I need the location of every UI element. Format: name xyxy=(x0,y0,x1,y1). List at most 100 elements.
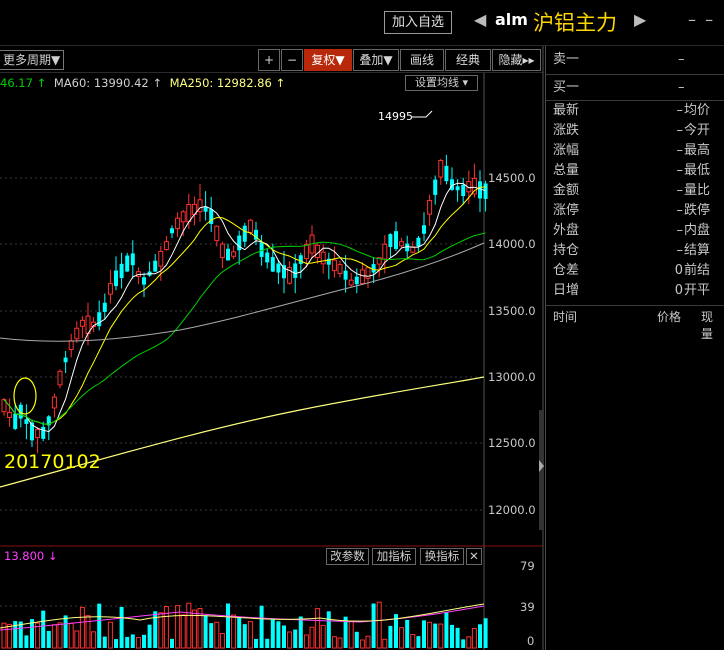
volume-bar xyxy=(214,621,220,649)
candle-body xyxy=(114,270,118,287)
quote-row: 总量 – 最低 xyxy=(553,163,711,178)
quote-row: 日增 0 开平 xyxy=(553,283,711,298)
volume-bar xyxy=(242,624,247,648)
candle-body xyxy=(444,165,449,182)
volume-bar xyxy=(315,608,321,649)
change-params-button[interactable]: 改参数 xyxy=(326,548,369,565)
candle-body xyxy=(359,269,365,285)
volume-bar xyxy=(303,634,309,649)
quote-row: 仓差 0 前结 xyxy=(553,263,711,278)
candle-body xyxy=(142,277,146,285)
candle-body xyxy=(343,270,348,280)
quote-row: 金额 – 量比 xyxy=(553,183,711,198)
volume-bar xyxy=(79,606,85,649)
volume-bar xyxy=(247,621,253,649)
volume-bar xyxy=(203,615,208,648)
volume-bar xyxy=(410,634,416,649)
volume-bar xyxy=(450,624,454,648)
volume-bar xyxy=(293,629,298,648)
volume-bar xyxy=(422,620,426,648)
candle-body xyxy=(276,263,281,273)
candle-body xyxy=(158,250,164,267)
price-axis-label: 13500.0 xyxy=(488,304,536,318)
candle-body xyxy=(13,413,18,429)
volume-bar xyxy=(320,624,326,649)
candle-body xyxy=(461,184,466,196)
quote-row: 外盘 – 内盘 xyxy=(553,223,711,238)
volume-bar xyxy=(209,623,214,648)
price-axis-label: 12500.0 xyxy=(488,436,536,450)
price-axis-label: 13000.0 xyxy=(488,370,536,384)
volume-bar xyxy=(382,638,388,649)
volume-bar xyxy=(388,625,393,648)
volume-bar xyxy=(478,624,482,648)
highlight-ellipse xyxy=(13,377,37,415)
candle-body xyxy=(337,264,343,275)
volume-bar xyxy=(455,627,460,648)
volume-bar xyxy=(46,630,51,648)
candle-body xyxy=(7,411,13,418)
volume-bar xyxy=(51,624,57,649)
candle-body xyxy=(320,251,326,265)
candle-body xyxy=(24,419,29,424)
candle-body xyxy=(41,426,46,439)
volume-bar xyxy=(18,621,23,648)
volume-bar xyxy=(63,615,68,648)
candle-body xyxy=(455,186,460,191)
candle-body xyxy=(153,260,158,272)
candle-body xyxy=(371,264,376,273)
candle-body xyxy=(226,248,230,261)
volume-bar xyxy=(147,624,152,648)
switch-indicator-button[interactable]: 换指标 xyxy=(420,548,464,565)
volume-bar xyxy=(326,611,331,648)
volume-axis-label: 39 xyxy=(520,600,535,614)
volume-bar xyxy=(68,622,74,649)
volume-bar xyxy=(433,623,438,648)
volume-bar xyxy=(282,625,286,648)
volume-bar xyxy=(219,633,225,649)
volume-bar xyxy=(276,621,281,648)
quote-row: 持仓 – 结算 xyxy=(553,243,711,258)
volume-bar xyxy=(371,603,376,648)
peak-price-label: 14995 xyxy=(378,110,413,123)
volume-bar xyxy=(471,628,477,649)
candle-body xyxy=(119,263,124,279)
candle-body xyxy=(97,312,102,327)
volume-bar xyxy=(7,623,13,649)
close-icon[interactable]: ✕ xyxy=(466,548,482,565)
candle-body xyxy=(394,231,398,249)
sell1-row: 卖一 – xyxy=(553,52,685,67)
candle-body xyxy=(175,217,181,230)
candle-body xyxy=(293,263,298,278)
quote-row: 涨幅 – 最高 xyxy=(553,143,711,158)
candle-body xyxy=(303,243,309,260)
ma60-line xyxy=(0,242,485,342)
volume-bar xyxy=(365,635,371,649)
candle-body xyxy=(51,396,57,409)
volume-bar xyxy=(405,619,410,648)
candle-body xyxy=(102,302,107,312)
volume-bar xyxy=(119,606,124,648)
volume-bar xyxy=(85,615,91,649)
buy1-row: 买一 – xyxy=(553,80,685,95)
volume-bar xyxy=(135,637,141,649)
volume-bar xyxy=(270,619,275,648)
candle-body xyxy=(35,429,41,439)
date-label: 20170102 xyxy=(4,451,101,473)
volume-bar xyxy=(237,617,242,648)
volume-bar xyxy=(331,636,337,649)
candle-body xyxy=(170,228,174,234)
candle-body xyxy=(186,204,192,223)
candle-body xyxy=(331,259,337,272)
candle-body xyxy=(231,251,237,257)
candle-body xyxy=(354,276,359,285)
volume-bar xyxy=(91,631,97,649)
quote-row: 涨跌 – 今开 xyxy=(553,123,711,138)
volume-bar xyxy=(170,638,174,648)
candle-body xyxy=(388,234,393,248)
candle-body xyxy=(433,179,438,195)
candle-body xyxy=(483,183,488,199)
volume-bar xyxy=(259,605,264,648)
add-indicator-button[interactable]: 加指标 xyxy=(372,548,416,565)
volume-bar xyxy=(337,637,343,649)
